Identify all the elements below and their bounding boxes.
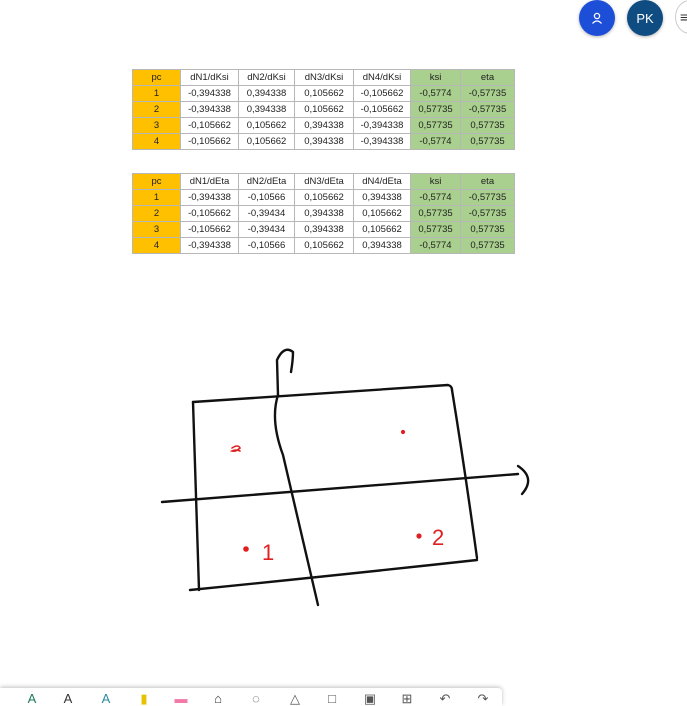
ruler-icon: △ — [290, 692, 300, 706]
sketch-rectangle-top-edge — [191, 383, 454, 404]
image-icon: ▣ — [363, 692, 377, 706]
undo-icon: ↶ — [439, 692, 451, 706]
sketch-label-2: 2 — [432, 525, 444, 550]
shape-icon: □ — [328, 692, 336, 706]
sketch-point-bottom-right — [416, 533, 422, 539]
whiteboard-sketch: 1 2 — [160, 348, 530, 607]
sketch-rectangle-bottom-edge — [188, 558, 479, 592]
drawing-toolbar: A A A ▮ ▬ ⌂ ◌ △ □ ▣ ⊞ ↶ ↷ — [0, 688, 502, 706]
sketch-point-bottom-left — [243, 546, 249, 552]
redo-icon: ↷ — [477, 692, 489, 706]
sketch-axis-arrow-top — [275, 348, 295, 397]
sketch-axis-arrow-right — [516, 464, 530, 496]
sketch-point-top-left — [229, 445, 241, 452]
sketch-label-1: 1 — [262, 540, 274, 565]
sketch-vertical-axis — [273, 393, 320, 607]
highlighter-yellow-icon: ▮ — [140, 692, 148, 706]
lasso-icon: ◌ — [252, 692, 260, 706]
sketch-horizontal-axis — [160, 472, 520, 504]
sketch-rectangle-right-edge — [450, 388, 479, 560]
pen-green-icon: A — [27, 692, 37, 706]
pen-black-icon: A — [63, 692, 73, 706]
add-page-icon: ⊞ — [401, 692, 413, 706]
pen-teal-icon: A — [101, 692, 111, 706]
sketch-rectangle-left-edge — [191, 400, 201, 592]
eraser-icon: ⌂ — [214, 692, 222, 706]
highlighter-pink-icon: ▬ — [174, 692, 188, 706]
sketch-point-top-right — [400, 429, 406, 435]
